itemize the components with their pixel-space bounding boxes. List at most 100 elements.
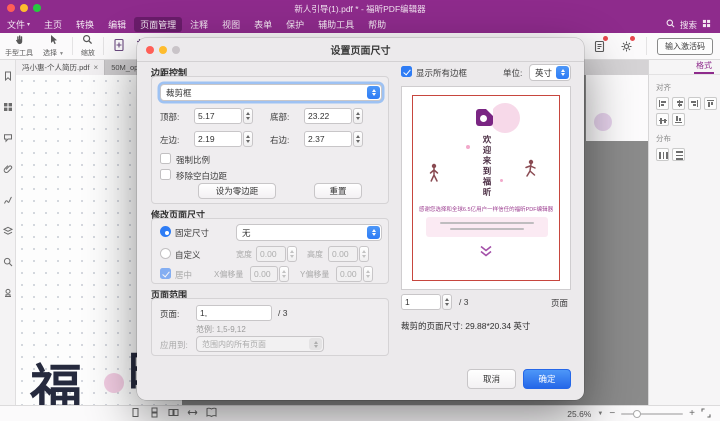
zoom-level-value[interactable]: 25.6% [567, 409, 591, 419]
zoom-slider-knob[interactable] [633, 410, 641, 418]
top-margin-input[interactable] [194, 108, 242, 124]
y-offset-input[interactable] [336, 266, 362, 282]
tab-protect[interactable]: 保护 [280, 17, 310, 32]
comments-icon[interactable] [3, 130, 13, 148]
page-preview: 欢迎来到福昕 感谢您选择和全球6.5亿用户一样信任的福昕PDF编辑器 [401, 86, 571, 290]
insert-pages-button[interactable] [107, 38, 131, 54]
right-margin-stepper[interactable] [353, 131, 363, 147]
left-margin-stepper[interactable] [243, 131, 253, 147]
settings-tool-icon[interactable] [616, 36, 636, 56]
align-middle-vertical-icon[interactable] [656, 113, 669, 126]
align-center-horizontal-icon[interactable] [672, 97, 685, 110]
zoom-out-button[interactable]: − [609, 409, 615, 419]
align-bottom-icon[interactable] [672, 113, 685, 126]
stamp-icon[interactable] [3, 285, 13, 303]
left-margin-input[interactable] [194, 131, 242, 147]
fixed-size-radio[interactable] [160, 226, 171, 237]
x-offset-input[interactable] [250, 266, 278, 282]
attachment-icon[interactable] [3, 161, 13, 179]
select-tool-button[interactable]: 选择 ▼ [38, 34, 69, 58]
distribute-vertical-icon[interactable] [672, 148, 685, 161]
hand-icon [14, 34, 25, 47]
search-document-icon[interactable] [3, 254, 13, 272]
y-offset-stepper[interactable] [363, 266, 373, 282]
dialog-minimize-button[interactable] [159, 46, 167, 54]
custom-size-radio[interactable] [160, 248, 171, 259]
crop-rectangle[interactable] [412, 95, 560, 281]
single-page-view-icon[interactable] [130, 407, 141, 420]
layers-icon[interactable] [3, 223, 13, 241]
constrain-proportions-label: 强制比例 [176, 154, 210, 166]
page-range-input[interactable] [196, 305, 272, 321]
search-label[interactable]: 搜索 [680, 19, 697, 31]
tab-comment[interactable]: 注释 [184, 17, 214, 32]
apply-to-label: 应用到: [160, 339, 188, 351]
tab-page-management[interactable]: 页面管理 [134, 17, 182, 32]
fixed-size-select[interactable]: 无 [236, 224, 382, 241]
distribute-horizontal-icon[interactable] [656, 148, 669, 161]
tab-form[interactable]: 表单 [248, 17, 278, 32]
center-checkbox[interactable] [160, 268, 171, 279]
preview-page-input[interactable] [401, 294, 441, 310]
bookmark-icon[interactable] [3, 68, 13, 86]
right-margin-input[interactable] [304, 131, 352, 147]
fullscreen-icon[interactable] [701, 408, 711, 420]
search-icon[interactable] [666, 19, 675, 30]
align-top-icon[interactable] [704, 97, 717, 110]
tab-accessibility[interactable]: 辅助工具 [312, 17, 360, 32]
ok-button[interactable]: 确定 [523, 369, 571, 389]
remove-blank-margins-checkbox[interactable] [160, 169, 171, 180]
signature-icon[interactable] [3, 192, 13, 210]
zoom-slider[interactable] [621, 413, 683, 415]
align-right-icon[interactable] [688, 97, 701, 110]
enter-activation-code-button[interactable]: 输入激活码 [657, 38, 713, 55]
document-tool-icon[interactable] [589, 36, 609, 56]
fit-width-icon[interactable] [187, 407, 198, 420]
zoom-window-button[interactable] [33, 4, 41, 12]
tab-home[interactable]: 主页 [38, 17, 68, 32]
document-tab-active[interactable]: 冯小惠-个人简历.pdf × [16, 60, 105, 75]
continuous-view-icon[interactable] [149, 407, 160, 420]
magnifier-icon [82, 34, 93, 47]
reset-button[interactable]: 重置 [314, 183, 362, 199]
close-tab-icon[interactable]: × [94, 63, 99, 72]
cancel-button[interactable]: 取消 [467, 369, 516, 389]
tab-help[interactable]: 帮助 [362, 17, 392, 32]
tab-format[interactable]: 格式 [694, 60, 714, 74]
two-page-view-icon[interactable] [168, 407, 179, 420]
bottom-margin-stepper[interactable] [353, 108, 363, 124]
set-zero-margin-button[interactable]: 设为零边距 [198, 183, 276, 199]
width-input[interactable] [256, 246, 286, 262]
box-type-select[interactable]: 裁剪框 [160, 84, 382, 101]
x-offset-stepper[interactable] [279, 266, 289, 282]
reading-mode-icon[interactable] [206, 407, 217, 420]
unit-select[interactable]: 英寸 [529, 64, 571, 81]
close-window-button[interactable] [7, 4, 15, 12]
hand-tool-button[interactable]: 手型工具 [0, 34, 38, 58]
preview-page-total: / 3 [459, 297, 468, 307]
menu-file[interactable]: 文件▾ [1, 17, 36, 32]
top-margin-stepper[interactable] [243, 108, 253, 124]
height-stepper[interactable] [359, 246, 369, 262]
dialog-close-button[interactable] [146, 46, 154, 54]
apps-grid-icon[interactable] [702, 19, 711, 30]
zoom-in-button[interactable]: + [689, 409, 695, 419]
width-stepper[interactable] [287, 246, 297, 262]
page-thumbnails-icon[interactable] [3, 99, 13, 117]
apply-to-select[interactable]: 范围内的所有页面 [196, 336, 324, 352]
align-left-icon[interactable] [656, 97, 669, 110]
constrain-proportions-checkbox[interactable] [160, 153, 171, 164]
minimize-window-button[interactable] [20, 4, 28, 12]
chevron-down-icon[interactable]: ▼ [597, 411, 603, 417]
tab-edit[interactable]: 编辑 [102, 17, 132, 32]
tab-convert[interactable]: 转换 [70, 17, 100, 32]
preview-page-stepper[interactable] [442, 294, 452, 310]
height-input[interactable] [328, 246, 358, 262]
zoom-tool-button[interactable]: 缩放 [76, 34, 100, 58]
tab-view[interactable]: 视图 [216, 17, 246, 32]
page-calligraphy-char: 福 [30, 347, 82, 405]
bottom-margin-input[interactable] [304, 108, 352, 124]
cursor-icon [48, 34, 59, 47]
show-all-borders-checkbox[interactable] [401, 66, 412, 77]
dialog-header: 设置页面尺寸 [137, 38, 584, 62]
